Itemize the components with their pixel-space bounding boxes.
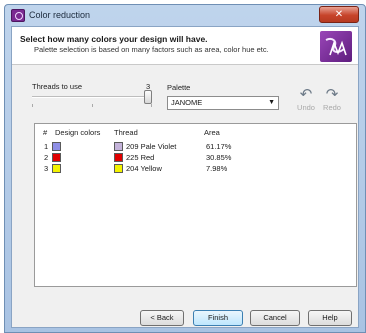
undo-button[interactable]: ↶ Undo bbox=[295, 86, 317, 113]
thread-color-swatch bbox=[114, 142, 123, 151]
color-reduction-window: Color reduction ✕ Select how many colors… bbox=[4, 4, 366, 333]
finish-button[interactable]: Finish bbox=[193, 310, 243, 326]
palette-select[interactable]: JANOME ▼ bbox=[167, 96, 279, 110]
threads-slider-thumb[interactable] bbox=[144, 90, 152, 104]
row-number: 3 bbox=[44, 164, 49, 173]
window-title: Color reduction bbox=[29, 10, 91, 20]
row-number: 1 bbox=[44, 142, 49, 151]
area-value: 7.98% bbox=[206, 164, 228, 173]
thread-name: 225 Red bbox=[126, 153, 155, 162]
close-button[interactable]: ✕ bbox=[319, 6, 359, 23]
thread-name: 209 Pale Violet bbox=[126, 142, 177, 151]
thread-name: 204 Yellow bbox=[126, 164, 162, 173]
header-title: Select how many colors your design will … bbox=[20, 34, 208, 44]
area-value: 61.17% bbox=[206, 142, 232, 151]
column-header-number: # bbox=[43, 128, 48, 137]
design-color-swatch bbox=[52, 153, 61, 162]
column-header-design-colors: Design colors bbox=[55, 128, 101, 137]
thread-color-swatch bbox=[114, 164, 123, 173]
chevron-down-icon: ▼ bbox=[268, 99, 275, 106]
palette-selected-value: JANOME bbox=[171, 98, 203, 107]
redo-icon: ↷ bbox=[325, 86, 339, 103]
area-value: 30.85% bbox=[206, 153, 232, 162]
threads-slider[interactable] bbox=[32, 96, 152, 98]
back-button[interactable]: < Back bbox=[140, 310, 184, 326]
table-row[interactable]: 1 209 Pale Violet 61.17% bbox=[35, 141, 356, 152]
thread-color-swatch bbox=[114, 153, 123, 162]
palette-label: Palette bbox=[167, 83, 191, 92]
table-row[interactable]: 3 204 Yellow 7.98% bbox=[35, 163, 356, 174]
title-bar[interactable]: Color reduction ✕ bbox=[5, 5, 365, 26]
table-row[interactable]: 2 225 Red 30.85% bbox=[35, 152, 356, 163]
column-header-thread: Thread bbox=[114, 128, 138, 137]
redo-button[interactable]: ↷ Redo bbox=[321, 86, 343, 113]
row-number: 2 bbox=[44, 153, 49, 162]
help-button[interactable]: Help bbox=[308, 310, 352, 326]
wilcom-logo-icon bbox=[320, 31, 352, 62]
design-color-swatch bbox=[52, 142, 61, 151]
design-color-swatch bbox=[52, 164, 61, 173]
dialog-body: Select how many colors your design will … bbox=[11, 26, 359, 328]
cancel-button[interactable]: Cancel bbox=[250, 310, 300, 326]
column-header-area: Area bbox=[204, 128, 220, 137]
threads-label: Threads to use bbox=[32, 82, 83, 91]
undo-label: Undo bbox=[297, 103, 315, 112]
wizard-header: Select how many colors your design will … bbox=[12, 27, 358, 65]
header-subtitle: Palette selection is based on many facto… bbox=[34, 45, 269, 54]
close-icon: ✕ bbox=[334, 9, 344, 20]
slider-ticks bbox=[32, 104, 152, 108]
color-table: # Design colors Thread Area 1 209 Pale V… bbox=[34, 123, 357, 287]
app-icon bbox=[11, 9, 25, 22]
undo-icon: ↶ bbox=[299, 86, 313, 103]
redo-label: Redo bbox=[323, 103, 341, 112]
